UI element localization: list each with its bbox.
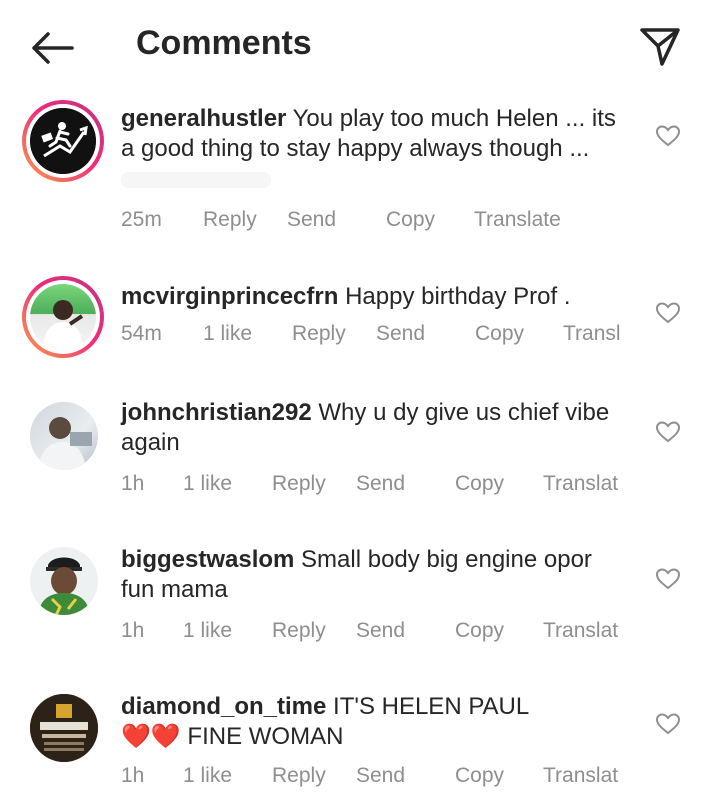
send-button[interactable]: Send [356,619,405,643]
send-button[interactable]: Send [356,764,405,788]
comment-time: 1h [121,764,145,787]
avatar[interactable] [22,100,104,182]
blur-overlay [121,171,271,188]
person-photo-icon [38,557,90,615]
comment-item: mcvirginprincecfrn Happy birthday Prof .… [0,276,720,376]
reply-button[interactable]: Reply [272,619,326,643]
reply-button[interactable]: Reply [272,472,326,496]
comment-item: generalhustler You play too much Helen .… [0,98,720,248]
avatar[interactable] [30,402,98,470]
avatar[interactable] [22,276,104,358]
comment-item: diamond_on_time IT'S HELEN PAUL ❤️❤️ FIN… [0,690,720,810]
comment-body: Happy birthday Prof . [345,283,571,310]
diamond-logo-icon [30,694,98,762]
copy-button[interactable]: Copy [475,322,524,346]
send-button[interactable]: Send [376,322,425,346]
avatar[interactable] [30,547,98,615]
comment-username[interactable]: diamond_on_time [121,693,326,720]
translate-button[interactable]: Translate [474,208,561,232]
arrow-left-icon[interactable] [28,28,76,68]
like-count[interactable]: 1 like [183,619,232,643]
reply-button[interactable]: Reply [272,764,326,788]
person-photo-icon [38,417,92,470]
heart-icon[interactable] [655,124,681,148]
comment-text: mcvirginprincecfrn Happy birthday Prof . [121,282,631,312]
copy-button[interactable]: Copy [455,619,504,643]
comment-time: 54m [121,322,162,345]
send-button[interactable]: Send [356,472,405,496]
translate-button[interactable]: Translat [543,764,618,788]
like-count[interactable]: 1 like [203,322,252,346]
comment-text: biggestwaslom Small body big engine opor… [121,545,631,605]
comment-item: biggestwaslom Small body big engine opor… [0,543,720,653]
heart-icon[interactable] [655,567,681,591]
translate-button[interactable]: Translat [543,472,618,496]
comment-text: diamond_on_time IT'S HELEN PAUL ❤️❤️ FIN… [121,692,631,752]
heart-icon[interactable] [655,712,681,736]
copy-button[interactable]: Copy [386,208,435,232]
hustler-logo-icon [30,108,96,174]
paper-plane-icon[interactable] [636,24,684,68]
comment-time: 1h [121,619,145,642]
comment-item: johnchristian292 Why u dy give us chief … [0,396,720,506]
like-count[interactable]: 1 like [183,472,232,496]
comment-text: generalhustler You play too much Helen .… [121,104,631,194]
heart-icon[interactable] [655,420,681,444]
avatar[interactable] [30,694,98,762]
comment-text: johnchristian292 Why u dy give us chief … [121,398,631,458]
page-title: Comments [136,24,312,62]
person-photo-icon [42,300,84,350]
comment-username[interactable]: johnchristian292 [121,399,312,426]
translate-button[interactable]: Translat [543,619,618,643]
comments-header: Comments [0,0,720,96]
reply-button[interactable]: Reply [203,208,257,232]
comment-body-line2: ❤️❤️ FINE WOMAN [121,723,344,750]
comment-username[interactable]: generalhustler [121,105,286,132]
reply-button[interactable]: Reply [292,322,346,346]
comment-username[interactable]: biggestwaslom [121,546,294,573]
copy-button[interactable]: Copy [455,472,504,496]
comment-time: 25m [121,208,162,231]
heart-icon[interactable] [655,301,681,325]
send-button[interactable]: Send [287,208,336,232]
comment-username[interactable]: mcvirginprincecfrn [121,283,338,310]
like-count[interactable]: 1 like [183,764,232,788]
comment-body: IT'S HELEN PAUL [333,693,530,720]
comment-time: 1h [121,472,145,495]
translate-button[interactable]: Transl [563,322,621,346]
copy-button[interactable]: Copy [455,764,504,788]
